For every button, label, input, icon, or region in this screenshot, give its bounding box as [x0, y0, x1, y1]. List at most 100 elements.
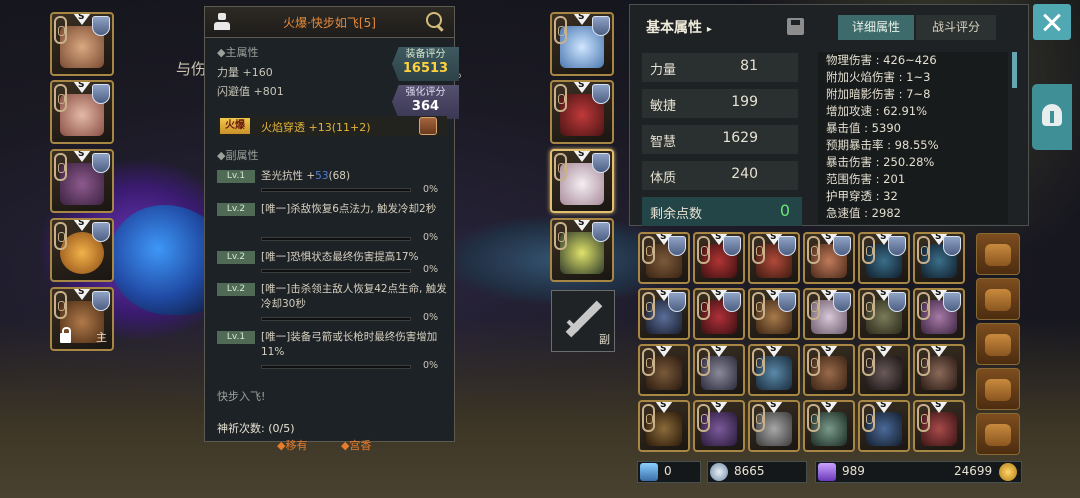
shield-icon — [888, 236, 906, 256]
equip-slot-legs[interactable]: S — [50, 149, 114, 213]
bag-icon[interactable] — [976, 233, 1020, 275]
chain-lock-icon — [752, 236, 765, 264]
detail-attributes-list[interactable]: 物理伤害 : 426~426 附加火焰伤害 : 1~3 附加暗影伤害 : 7~8… — [818, 52, 1008, 224]
shield-icon — [668, 292, 686, 312]
rank-s-badge: S — [930, 346, 948, 357]
tab-detail-attributes[interactable]: 详细属性 — [838, 15, 914, 40]
weapon-count: 0 — [664, 464, 672, 478]
main-attr-header: ◆主属性 — [217, 46, 259, 59]
tooltip-titlebar: 火爆·快步如飞[5] — [205, 7, 454, 38]
inventory-slot[interactable]: S — [638, 344, 690, 396]
level-badge: Lv.1 — [217, 170, 255, 183]
flavor-text: 快步入飞! — [217, 390, 266, 403]
inventory-slot[interactable]: S — [748, 344, 800, 396]
rank-s-badge: S — [73, 220, 91, 231]
inventory-slot[interactable]: S — [858, 288, 910, 340]
pray-count: 神祈次数: (0/5) — [217, 422, 295, 435]
inventory-slot[interactable]: S — [913, 232, 965, 284]
inventory-slot[interactable]: S — [803, 400, 855, 452]
equip-slot-chest[interactable]: S — [50, 80, 114, 144]
chain-lock-icon — [807, 292, 820, 320]
inventory-slot[interactable]: S — [913, 400, 965, 452]
basic-attributes-title[interactable]: 基本属性 ▸ — [646, 17, 712, 37]
equip-slot-ring[interactable]: S — [50, 218, 114, 282]
chain-lock-icon — [54, 222, 67, 250]
shield-icon — [92, 16, 110, 36]
incense-button[interactable]: ◆宫香 — [341, 439, 371, 452]
tooltip-actions: ◆移有 ◆宫香 — [277, 437, 401, 453]
inventory-grid: SSSSSSSSSSSSSSSSSSSSSSSS — [638, 232, 1022, 456]
level-badge: Lv.1 — [217, 331, 255, 344]
inventory-slot[interactable]: S — [858, 344, 910, 396]
shield-icon — [833, 236, 851, 256]
attr-value: 81 — [740, 58, 758, 74]
inventory-slot[interactable]: S — [638, 232, 690, 284]
inventory-slot[interactable]: S — [693, 344, 745, 396]
scrollbar[interactable] — [1012, 52, 1017, 88]
save-icon[interactable] — [787, 18, 804, 35]
inventory-slot[interactable]: S — [858, 400, 910, 452]
shield-icon — [92, 222, 110, 242]
rank-s-badge: S — [820, 346, 838, 357]
sub-attr-text: [唯一]装备弓箭或长枪时最终伤害增加11% — [261, 331, 438, 358]
inventory-slot[interactable]: S — [748, 400, 800, 452]
shield-icon — [92, 291, 110, 311]
rank-s-badge: S — [765, 402, 783, 413]
inventory-slot[interactable]: S — [693, 232, 745, 284]
rank-s-badge: S — [655, 346, 673, 357]
rank-s-badge: S — [820, 402, 838, 413]
rank-s-badge: S — [710, 346, 728, 357]
rank-s-badge: S — [875, 346, 893, 357]
rune-icon[interactable] — [419, 117, 437, 135]
shield-icon — [592, 16, 610, 36]
equip-slot-main-weapon[interactable]: S 主 — [50, 287, 114, 351]
equip-slot-belt[interactable]: S — [550, 218, 614, 282]
inventory-slot[interactable]: S — [913, 344, 965, 396]
equip-slot-offhand[interactable]: 副 — [551, 290, 615, 352]
rank-s-badge: S — [765, 346, 783, 357]
detail-line: 附加火焰伤害 : 1~3 — [826, 70, 931, 84]
lock-icon — [60, 327, 71, 343]
sub-attr-text: [唯一]杀敌恢复6点法力, 触发冷却2秒 — [261, 203, 437, 215]
equip-slot-boots[interactable]: S — [550, 149, 614, 213]
chain-lock-icon — [752, 404, 765, 432]
inventory-slot[interactable]: S — [858, 232, 910, 284]
inventory-slot[interactable]: S — [693, 288, 745, 340]
inventory-slot[interactable]: S — [803, 288, 855, 340]
level-badge: Lv.2 — [217, 251, 255, 264]
inventory-slot[interactable]: S — [638, 400, 690, 452]
main-attr-dodge: 闪避值 +801 — [217, 85, 284, 98]
inventory-slot[interactable]: S — [693, 400, 745, 452]
helmet-side-tab[interactable] — [1032, 84, 1072, 150]
move-button[interactable]: ◆移有 — [277, 439, 307, 452]
bag-column — [976, 233, 1020, 455]
gold-count: 24699 — [954, 464, 993, 478]
inventory-slot[interactable]: S — [913, 288, 965, 340]
gem-currency: 8665 — [707, 461, 807, 483]
shield-icon — [592, 153, 610, 173]
inventory-slot[interactable]: S — [748, 288, 800, 340]
equip-slot-amulet[interactable]: S — [550, 12, 614, 76]
stats-panel: 基本属性 ▸ 详细属性 战斗评分 力量 81 敏捷 199 智慧 1629 体质… — [629, 4, 1029, 226]
shield-icon — [778, 292, 796, 312]
item-title: 火爆·快步如飞[5] — [283, 16, 376, 30]
inventory-slot[interactable]: S — [803, 232, 855, 284]
equip-slot-helmet[interactable]: S — [50, 12, 114, 76]
inventory-slot[interactable]: S — [748, 232, 800, 284]
chain-lock-icon — [917, 292, 930, 320]
equip-slot-gloves[interactable]: S — [550, 80, 614, 144]
bag-icon[interactable] — [976, 278, 1020, 320]
chain-lock-icon — [554, 153, 567, 181]
inventory-slot[interactable]: S — [638, 288, 690, 340]
shield-icon — [723, 236, 741, 256]
sub-attr-text: 圣光抗性 +53(68) — [261, 170, 351, 182]
bag-icon[interactable] — [976, 413, 1020, 455]
tab-battle-score[interactable]: 战斗评分 — [916, 15, 996, 40]
shield-icon — [833, 292, 851, 312]
close-button[interactable] — [1033, 4, 1071, 40]
bag-icon[interactable] — [976, 368, 1020, 410]
inventory-slot[interactable]: S — [803, 344, 855, 396]
detail-line: 增加攻速 : 62.91% — [826, 104, 928, 118]
magnifier-icon[interactable] — [426, 12, 446, 32]
bag-icon[interactable] — [976, 323, 1020, 365]
